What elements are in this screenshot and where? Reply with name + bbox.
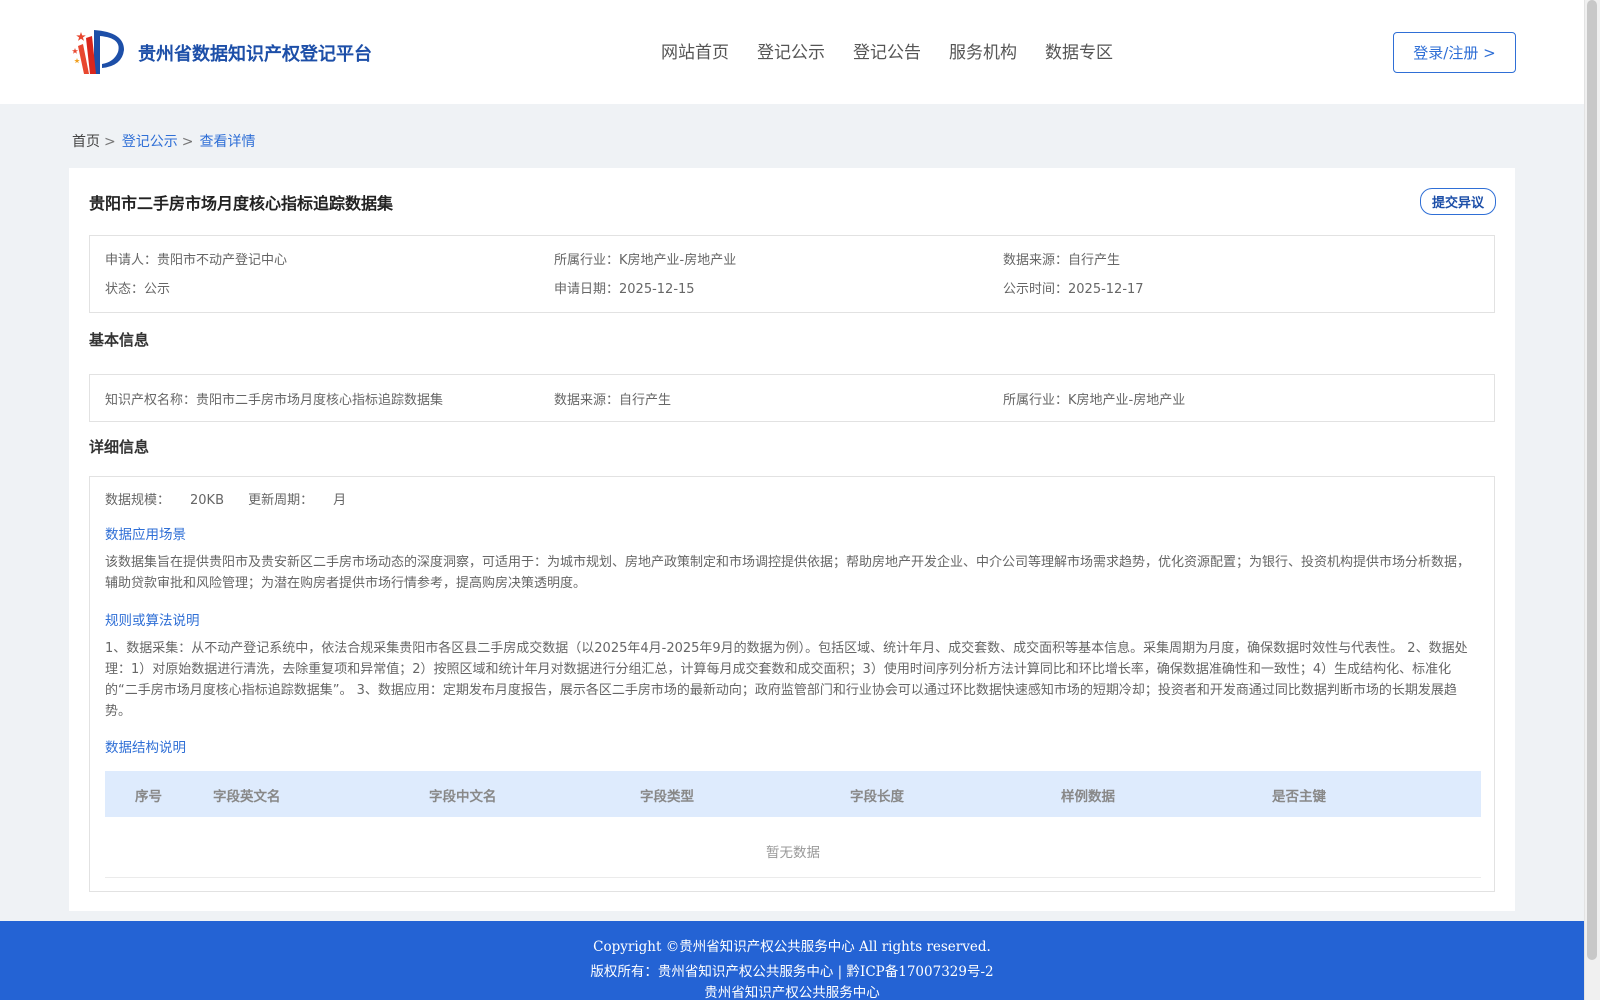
table-header-cell: 字段英文名 — [213, 789, 281, 805]
table-header-cell: 样例数据 — [1061, 789, 1115, 805]
breadcrumb-separator: > — [181, 134, 194, 150]
meta-info-box: 申请人：贵阳市不动产登记中心 所属行业：K房地产业-房地产业 数据来源：自行产生… — [89, 235, 1495, 313]
source-value: 自行产生 — [1068, 253, 1121, 268]
basic-industry-field: 所属行业：K房地产业-房地产业 — [1003, 389, 1185, 408]
structure-table-header: 序号 字段英文名 字段中文名 字段类型 字段长度 样例数据 是否主键 — [105, 771, 1481, 817]
apply-date-value: 2025-12-15 — [619, 282, 695, 297]
scale-value: 20KB — [190, 493, 225, 508]
detail-card: 贵阳市二手房市场月度核心指标追踪数据集 提交异议 申请人：贵阳市不动产登记中心 … — [69, 168, 1515, 911]
applicant-label: 申请人： — [105, 253, 158, 268]
table-header-cell: 是否主键 — [1272, 789, 1326, 805]
nav-item-home[interactable]: 网站首页 — [661, 38, 729, 63]
breadcrumb-publicity[interactable]: 登记公示 — [122, 134, 178, 150]
basic-source-field: 数据来源：自行产生 — [554, 389, 671, 408]
nav-item-publicity[interactable]: 登记公示 — [757, 38, 825, 63]
site-header: 贵州省数据知识产权登记平台 网站首页 登记公示 登记公告 服务机构 数据专区 登… — [0, 0, 1584, 104]
structure-heading: 数据结构说明 — [105, 740, 186, 756]
scene-heading: 数据应用场景 — [105, 527, 186, 543]
breadcrumb-home[interactable]: 首页 — [72, 134, 100, 150]
submit-objection-button[interactable]: 提交异议 — [1420, 188, 1496, 215]
industry-field: 所属行业：K房地产业-房地产业 — [554, 249, 736, 268]
basic-info-box: 知识产权名称：贵阳市二手房市场月度核心指标追踪数据集 数据来源：自行产生 所属行… — [89, 374, 1495, 422]
basic-industry-value: K房地产业-房地产业 — [1068, 393, 1186, 408]
footer-copyright: Copyright ©贵州省知识产权公共服务中心 All rights rese… — [593, 939, 991, 955]
applicant-value: 贵阳市不动产登记中心 — [157, 253, 288, 268]
nav-item-service-agency[interactable]: 服务机构 — [949, 38, 1017, 63]
rule-text: 1、数据采集：从不动产登记系统中，依法合规采集贵阳市各区县二手房成交数据（以20… — [105, 641, 1468, 719]
status-value: 公示 — [144, 282, 171, 297]
login-register-button[interactable]: 登录/注册 > — [1393, 32, 1516, 73]
table-header-cell: 序号 — [135, 789, 162, 805]
cycle-value: 月 — [333, 493, 347, 508]
source-label: 数据来源： — [1003, 253, 1069, 268]
table-divider — [105, 877, 1481, 878]
status-label: 状态： — [105, 282, 145, 297]
publicity-date-value: 2025-12-17 — [1068, 282, 1144, 297]
table-header-cell: 字段长度 — [850, 789, 904, 805]
scale-label: 数据规模： — [105, 493, 171, 508]
basic-info-heading: 基本信息 — [89, 331, 150, 349]
footer-org: 贵州省知识产权公共服务中心 — [704, 985, 880, 1000]
apply-date-field: 申请日期：2025-12-15 — [554, 278, 695, 297]
apply-date-label: 申请日期： — [554, 282, 620, 297]
site-logo-icon[interactable] — [71, 26, 132, 78]
basic-industry-label: 所属行业： — [1003, 393, 1069, 408]
detail-info-heading: 详细信息 — [89, 438, 150, 456]
table-header-cell: 字段中文名 — [429, 789, 497, 805]
status-field: 状态：公示 — [105, 278, 170, 297]
scale-cycle-row: 数据规模： 20KB 更新周期： 月 — [105, 489, 346, 508]
industry-value: K房地产业-房地产业 — [619, 253, 737, 268]
scene-text: 该数据集旨在提供贵阳市及贵安新区二手房市场动态的深度洞察，可适用于：为城市规划、… — [105, 555, 1471, 591]
detail-info-box: 数据规模： 20KB 更新周期： 月 数据应用场景 该数据集旨在提供贵阳市及贵安新区… — [89, 476, 1495, 892]
site-footer: Copyright ©贵州省知识产权公共服务中心 All rights rese… — [0, 921, 1584, 1000]
table-empty-text: 暂无数据 — [766, 845, 820, 861]
page-title: 贵阳市二手房市场月度核心指标追踪数据集 — [89, 194, 394, 213]
breadcrumb-current: 查看详情 — [199, 134, 256, 150]
publicity-date-label: 公示时间： — [1003, 282, 1069, 297]
nav-item-data-zone[interactable]: 数据专区 — [1045, 38, 1113, 63]
scale-field: 数据规模： 20KB — [105, 493, 224, 508]
breadcrumb: 首页 > 登记公示 > 查看详情 — [72, 131, 255, 151]
basic-source-label: 数据来源： — [554, 393, 620, 408]
publicity-date-field: 公示时间：2025-12-17 — [1003, 278, 1144, 297]
main-nav: 网站首页 登记公示 登记公告 服务机构 数据专区 — [661, 38, 1113, 63]
footer-rights[interactable]: 版权所有：贵州省知识产权公共服务中心 | 黔ICP备17007329号-2 — [0, 960, 1584, 980]
table-header-cell: 字段类型 — [640, 789, 694, 805]
breadcrumb-separator: > — [104, 134, 116, 150]
page-scrollbar-thumb[interactable] — [1587, 0, 1597, 960]
ip-name-field: 知识产权名称：贵阳市二手房市场月度核心指标追踪数据集 — [105, 389, 443, 408]
ip-name-label: 知识产权名称： — [105, 393, 197, 408]
source-field: 数据来源：自行产生 — [1003, 249, 1120, 268]
site-title[interactable]: 贵州省数据知识产权登记平台 — [138, 40, 372, 66]
basic-source-value: 自行产生 — [619, 393, 672, 408]
industry-label: 所属行业： — [554, 253, 620, 268]
nav-item-announcement[interactable]: 登记公告 — [853, 38, 921, 63]
ip-name-value: 贵阳市二手房市场月度核心指标追踪数据集 — [196, 393, 444, 408]
applicant-field: 申请人：贵阳市不动产登记中心 — [105, 249, 287, 268]
cycle-field: 更新周期： 月 — [248, 493, 346, 508]
cycle-label: 更新周期： — [248, 493, 314, 508]
rule-heading: 规则或算法说明 — [105, 613, 200, 629]
